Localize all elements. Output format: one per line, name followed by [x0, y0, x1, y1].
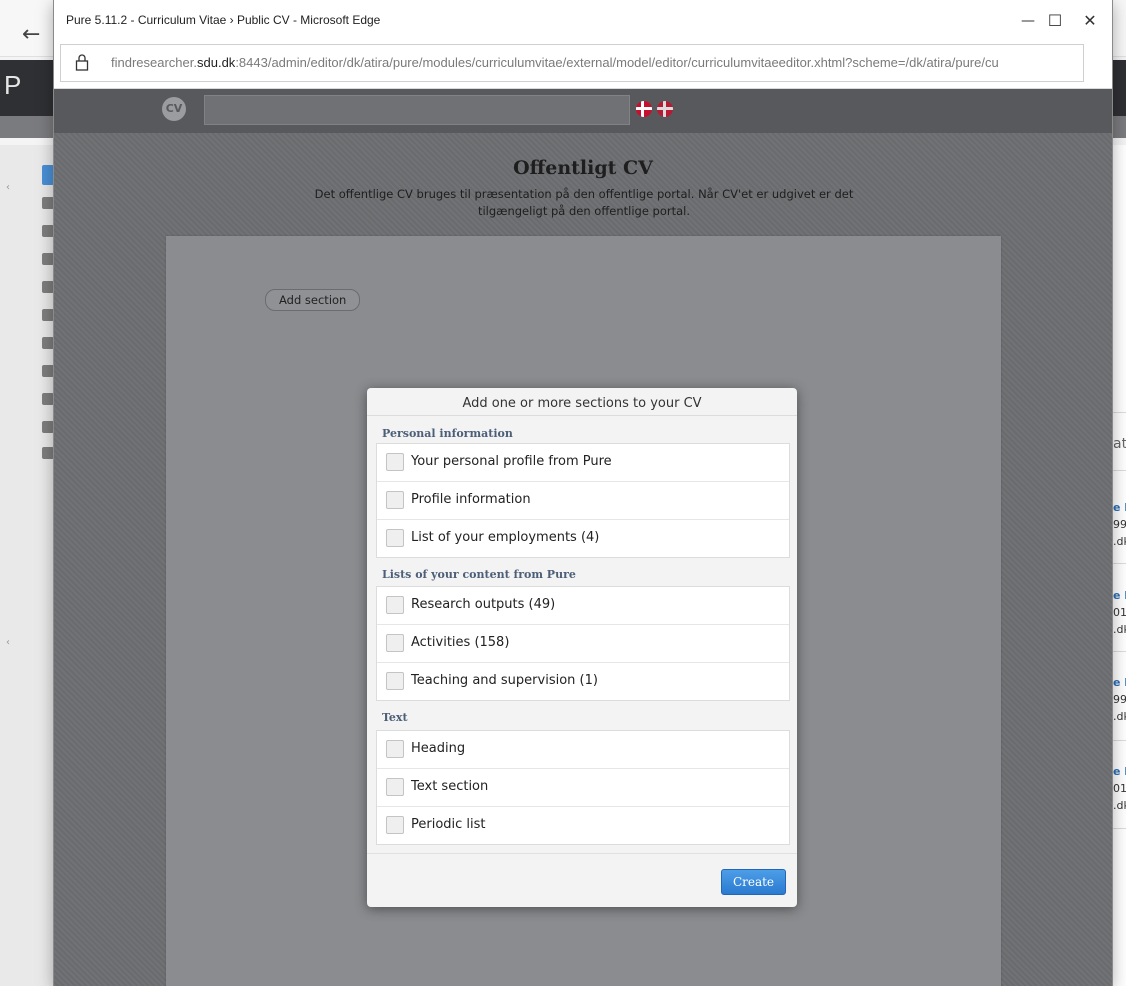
group-label-content-lists: Lists of your content from Pure [382, 568, 576, 581]
url-field[interactable]: findresearcher.sdu.dk:8443/admin/editor/… [60, 44, 1084, 82]
background-fragment: e F [1113, 501, 1126, 514]
option-employments[interactable]: List of your employments (4) [377, 520, 789, 557]
option-heading[interactable]: Heading [377, 731, 789, 769]
option-label: Text section [411, 779, 489, 794]
background-right-panel [1112, 145, 1126, 986]
background-fragment: at [1113, 436, 1126, 452]
option-teaching-supervision[interactable]: Teaching and supervision (1) [377, 663, 789, 700]
page-description: Det offentlige CV bruges til præsentatio… [314, 187, 854, 218]
cv-logo-icon: CV [162, 97, 186, 121]
group-label-text: Text [382, 711, 408, 724]
background-fragment: e F [1113, 589, 1126, 602]
checkbox[interactable] [386, 672, 404, 690]
checkbox[interactable] [386, 634, 404, 652]
chevron-left-icon[interactable]: ‹ [6, 637, 10, 648]
option-label: Research outputs (49) [411, 597, 556, 612]
background-fragment: 01 [1113, 782, 1126, 795]
danish-flag-icon[interactable] [636, 101, 652, 117]
background-fragment: e F [1113, 765, 1126, 778]
sidebar-item-icon[interactable] [42, 309, 54, 321]
url-text: findresearcher.sdu.dk:8443/admin/editor/… [111, 55, 1086, 70]
checkbox[interactable] [386, 529, 404, 547]
option-label: Teaching and supervision (1) [411, 673, 598, 688]
background-fragment: .dk [1113, 535, 1126, 548]
background-fragment: e F [1113, 676, 1126, 689]
group-content-lists: Research outputs (49) Activities (158) T… [376, 586, 790, 701]
sidebar-item-icon[interactable] [42, 281, 54, 293]
url-prefix: findresearcher. [111, 55, 197, 70]
window-title: Pure 5.11.2 - Curriculum Vitae › Public … [66, 13, 381, 27]
editor-header: CV [54, 89, 1112, 133]
group-personal-information: Your personal profile from Pure Profile … [376, 443, 790, 558]
lock-icon [75, 54, 89, 71]
english-flag-icon[interactable] [657, 101, 673, 117]
checkbox[interactable] [386, 491, 404, 509]
option-periodic-list[interactable]: Periodic list [377, 807, 789, 844]
add-sections-dialog: Add one or more sections to your CV Pers… [367, 388, 797, 907]
close-button[interactable]: ✕ [1076, 8, 1104, 34]
sidebar-item-icon[interactable] [42, 225, 54, 237]
chevron-left-icon[interactable]: ‹ [6, 182, 10, 193]
sidebar-item-icon[interactable] [42, 421, 54, 433]
option-text-section[interactable]: Text section [377, 769, 789, 807]
create-button[interactable]: Create [721, 869, 786, 895]
background-fragment: 01 [1113, 606, 1126, 619]
url-domain: sdu.dk [197, 55, 236, 70]
url-rest: :8443/admin/editor/dk/atira/pure/modules… [235, 55, 999, 70]
option-label: Your personal profile from Pure [411, 454, 612, 469]
title-bar[interactable]: Pure 5.11.2 - Curriculum Vitae › Public … [54, 0, 1112, 42]
add-section-button[interactable]: Add section [265, 289, 361, 311]
option-label: Heading [411, 741, 466, 756]
page-title: Offentligt CV [513, 157, 653, 179]
back-arrow-icon[interactable]: ← [22, 22, 40, 47]
checkbox[interactable] [386, 816, 404, 834]
sidebar-item-icon[interactable] [42, 337, 54, 349]
background-fragment: .dk [1113, 623, 1126, 636]
background-sidebar: ‹ ‹ [0, 145, 55, 986]
option-profile-information[interactable]: Profile information [377, 482, 789, 520]
sidebar-item-icon[interactable] [42, 253, 54, 265]
checkbox[interactable] [386, 596, 404, 614]
option-research-outputs[interactable]: Research outputs (49) [377, 587, 789, 625]
background-fragment: .dk [1113, 710, 1126, 723]
minimize-button[interactable]: — [1014, 8, 1042, 34]
checkbox[interactable] [386, 453, 404, 471]
sidebar-dashboard-icon[interactable] [42, 165, 54, 185]
maximize-button[interactable]: ☐ [1041, 8, 1069, 34]
dialog-title: Add one or more sections to your CV [462, 396, 702, 411]
background-fragment: 99 [1113, 518, 1126, 531]
background-fragment: .dk [1113, 799, 1126, 812]
browser-window: Pure 5.11.2 - Curriculum Vitae › Public … [54, 0, 1112, 986]
cv-name-input[interactable] [204, 95, 630, 125]
background-brand: P [4, 70, 22, 100]
option-label: List of your employments (4) [411, 530, 600, 545]
option-personal-profile[interactable]: Your personal profile from Pure [377, 444, 789, 482]
option-label: Profile information [411, 492, 531, 507]
checkbox[interactable] [386, 740, 404, 758]
editor-content: CV Offentligt CV Det offentlige CV bruge… [54, 89, 1112, 986]
option-label: Activities (158) [411, 635, 510, 650]
group-label-personal-information: Personal information [382, 427, 513, 440]
sidebar-item-icon[interactable] [42, 365, 54, 377]
checkbox[interactable] [386, 778, 404, 796]
sidebar-item-icon[interactable] [42, 197, 54, 209]
address-bar: findresearcher.sdu.dk:8443/admin/editor/… [54, 42, 1112, 89]
divider [367, 853, 797, 854]
option-activities[interactable]: Activities (158) [377, 625, 789, 663]
option-label: Periodic list [411, 817, 486, 832]
sidebar-item-icon[interactable] [42, 393, 54, 405]
group-text: Heading Text section Periodic list [376, 730, 790, 845]
sidebar-item-icon[interactable] [42, 447, 54, 459]
divider [367, 415, 797, 416]
background-fragment: 99 [1113, 693, 1126, 706]
